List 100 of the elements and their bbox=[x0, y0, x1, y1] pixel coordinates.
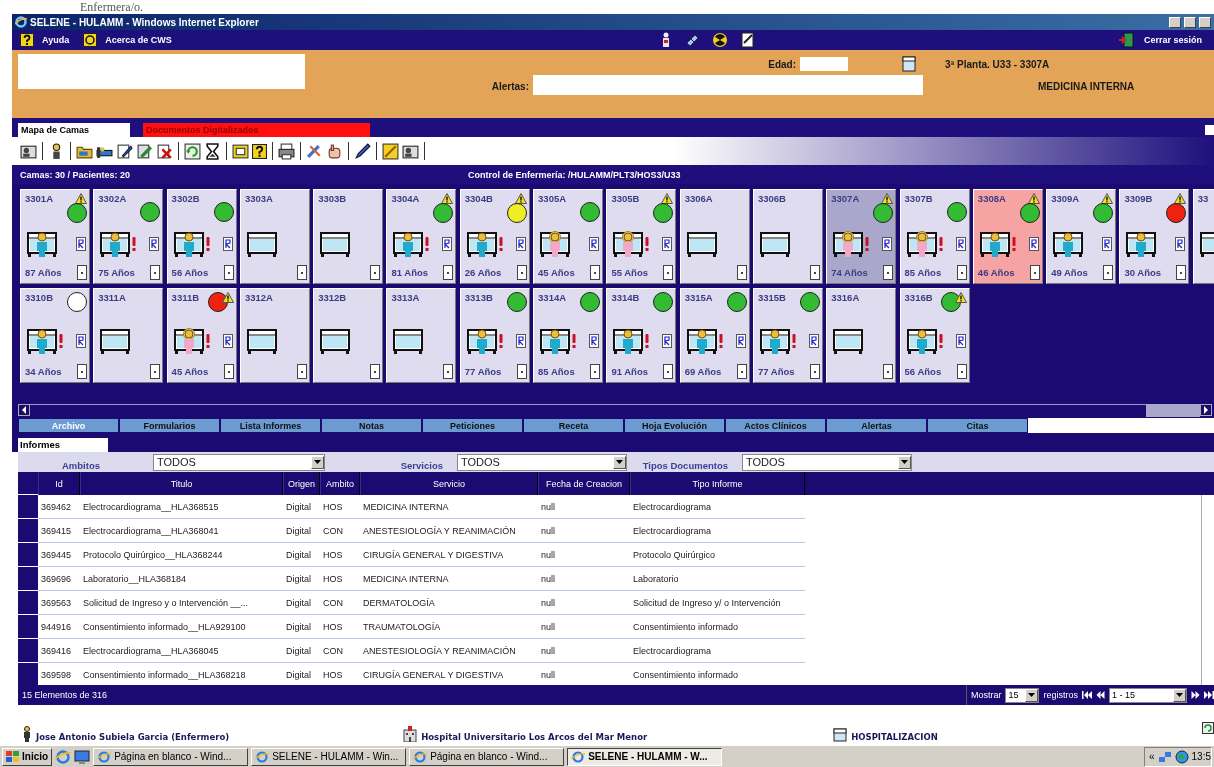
bed-card[interactable]: 33 bbox=[1192, 189, 1214, 284]
bed-card[interactable]: 3316A bbox=[826, 288, 897, 383]
view-tab[interactable]: Mapa de Camas bbox=[18, 123, 130, 137]
bed-number: 33 bbox=[1197, 193, 1209, 206]
table-cell: Protocolo Quirúrgico bbox=[630, 543, 805, 567]
patient-age: 91 Años bbox=[611, 366, 648, 377]
bed-number: 3316A bbox=[831, 292, 860, 305]
bed-card[interactable]: 3302A 75 Años bbox=[93, 189, 164, 284]
filter-dropdown[interactable]: TODOS bbox=[153, 453, 325, 471]
bed-card[interactable]: 3312A bbox=[239, 288, 310, 383]
bed-card[interactable]: 3301A 87 Años bbox=[20, 189, 90, 284]
tab[interactable]: Lista Informes bbox=[220, 418, 321, 433]
patient-age: 26 Años bbox=[464, 267, 502, 278]
table-cell: null bbox=[538, 543, 630, 567]
patient-age: 56 Años bbox=[904, 366, 942, 377]
bed-card[interactable]: 3303B bbox=[313, 189, 384, 284]
tab[interactable]: Alertas bbox=[826, 418, 927, 433]
bed-card[interactable]: 3310B 34 Años bbox=[20, 288, 90, 383]
bed-number: 3313B bbox=[464, 292, 493, 305]
menu-item[interactable]: Acerca de CWS bbox=[83, 33, 180, 47]
bed-number: 3304A bbox=[391, 193, 420, 206]
filter-label: Servicios bbox=[399, 459, 444, 471]
bed-card[interactable]: 3312B bbox=[313, 288, 384, 383]
table-cell: ANESTESIOLOGÍA Y REANIMACIÓN bbox=[360, 639, 538, 663]
page-dropdown[interactable]: 15 bbox=[1005, 687, 1040, 703]
table-cell: 369445 bbox=[38, 543, 80, 567]
bed-number: 3301A bbox=[25, 193, 53, 206]
table-cell: HOS bbox=[320, 543, 360, 567]
filter-dropdown[interactable]: TODOS bbox=[742, 453, 912, 471]
patient-age: 75 Años bbox=[98, 267, 135, 278]
location-text: 3ª Planta. U33 - 3307A bbox=[944, 58, 1051, 70]
patient-age: 46 Años bbox=[977, 267, 1015, 278]
table-cell: MEDICINA INTERNA bbox=[360, 495, 538, 519]
bed-card[interactable]: 3313B 77 Años bbox=[459, 288, 530, 383]
bed-number: 3305A bbox=[538, 193, 567, 206]
bed-card[interactable]: 3303A bbox=[239, 189, 310, 284]
table-cell: HOS bbox=[320, 567, 360, 591]
table-cell: Digital bbox=[283, 519, 320, 543]
bed-card[interactable]: 3311A bbox=[93, 288, 164, 383]
bed-card[interactable]: 3314B 91 Años bbox=[606, 288, 677, 383]
bed-card[interactable]: 3305B 55 Años bbox=[606, 189, 677, 284]
bed-card[interactable]: 3307A 74 Años bbox=[826, 189, 897, 284]
records-label: registros bbox=[1043, 690, 1078, 700]
tab[interactable]: Citas bbox=[927, 418, 1028, 433]
table-cell: Laboratorio__HLA368184 bbox=[80, 567, 283, 591]
tab[interactable]: Formularios bbox=[119, 418, 220, 433]
bed-card[interactable]: 3307B 85 Años bbox=[899, 189, 970, 284]
bed-number: 3303A bbox=[244, 193, 273, 206]
area-name: HOSPITALIZACION bbox=[851, 732, 938, 742]
bed-number: 3309B bbox=[1124, 193, 1153, 206]
table-cell: 369563 bbox=[38, 591, 80, 615]
table-cell: Electrocardiograma__HLA368515 bbox=[80, 495, 283, 519]
logout-button[interactable]: Cerrar sesión bbox=[1117, 32, 1206, 48]
bed-card[interactable]: 3313A bbox=[386, 288, 457, 383]
patient-age: 56 Años bbox=[171, 267, 209, 278]
taskbar-button[interactable]: Página en blanco - Wind... bbox=[409, 747, 565, 766]
page-dropdown[interactable]: 1 - 15 bbox=[1109, 687, 1187, 703]
tab[interactable]: Notas bbox=[321, 418, 422, 433]
filter-dropdown[interactable]: TODOS bbox=[457, 453, 627, 471]
bed-card[interactable]: 3311B 45 Años bbox=[166, 288, 237, 383]
bed-card[interactable]: 3308A 46 Años bbox=[972, 189, 1043, 284]
bed-card[interactable]: 3315B 77 Años bbox=[752, 288, 823, 383]
bed-card[interactable]: 3306A bbox=[679, 189, 750, 284]
bed-card[interactable]: 3304B 26 Años bbox=[459, 189, 530, 284]
bed-number: 3316B bbox=[904, 292, 933, 305]
bed-card[interactable]: 3315A 69 Años bbox=[679, 288, 750, 383]
taskbar-button[interactable]: SELENE - HULAMM - W... bbox=[567, 747, 723, 766]
table-cell: Digital bbox=[283, 591, 320, 615]
bed-card[interactable]: 3304A 81 Años bbox=[386, 189, 457, 284]
tab[interactable]: Hoja Evolución bbox=[624, 418, 725, 433]
table-cell: 369416 bbox=[38, 639, 80, 663]
table-cell: Consentimiento informado__HLA929100 bbox=[80, 615, 283, 639]
bed-number: 3308A bbox=[977, 193, 1006, 206]
tray-expand-button[interactable]: « bbox=[1148, 751, 1155, 762]
tab[interactable]: Actos Clínicos bbox=[725, 418, 826, 433]
bed-card[interactable]: 3305A 45 Años bbox=[533, 189, 604, 284]
start-button[interactable]: Inicio bbox=[2, 747, 53, 766]
table-cell: Protocolo Quirúrgico__HLA368244 bbox=[80, 543, 283, 567]
bed-card[interactable]: 3309B 30 Años bbox=[1119, 189, 1190, 284]
patient-age: 85 Años bbox=[538, 366, 575, 377]
tab[interactable]: Receta bbox=[523, 418, 624, 433]
menu-item[interactable]: Ayuda bbox=[20, 33, 78, 47]
section-tab[interactable]: Informes bbox=[18, 438, 108, 452]
bed-number: 3315A bbox=[684, 292, 713, 305]
alerts-label: Alertas: bbox=[490, 80, 530, 92]
bed-card[interactable]: 3306B bbox=[752, 189, 823, 284]
patient-age: 34 Años bbox=[25, 366, 62, 377]
table-cell: Electrocardiograma__HLA368041 bbox=[80, 519, 283, 543]
bed-card[interactable]: 3309A 49 Años bbox=[1046, 189, 1117, 284]
bed-number: 3307A bbox=[831, 193, 860, 206]
table-cell: null bbox=[538, 639, 630, 663]
taskbar-button[interactable]: SELENE - HULAMM - Win... bbox=[251, 747, 407, 766]
taskbar-button[interactable]: Página en blanco - Wind... bbox=[93, 747, 249, 766]
table-cell: CIRUGÍA GENERAL Y DIGESTIVA bbox=[360, 543, 538, 567]
tab[interactable]: Peticiones bbox=[422, 418, 523, 433]
bed-card[interactable]: 3302B 56 Años bbox=[166, 189, 237, 284]
patient-age: 81 Años bbox=[391, 267, 429, 278]
age-label: Edad: bbox=[768, 58, 796, 70]
bed-card[interactable]: 3314A 85 Años bbox=[533, 288, 604, 383]
bed-card[interactable]: 3316B 56 Años bbox=[899, 288, 970, 383]
